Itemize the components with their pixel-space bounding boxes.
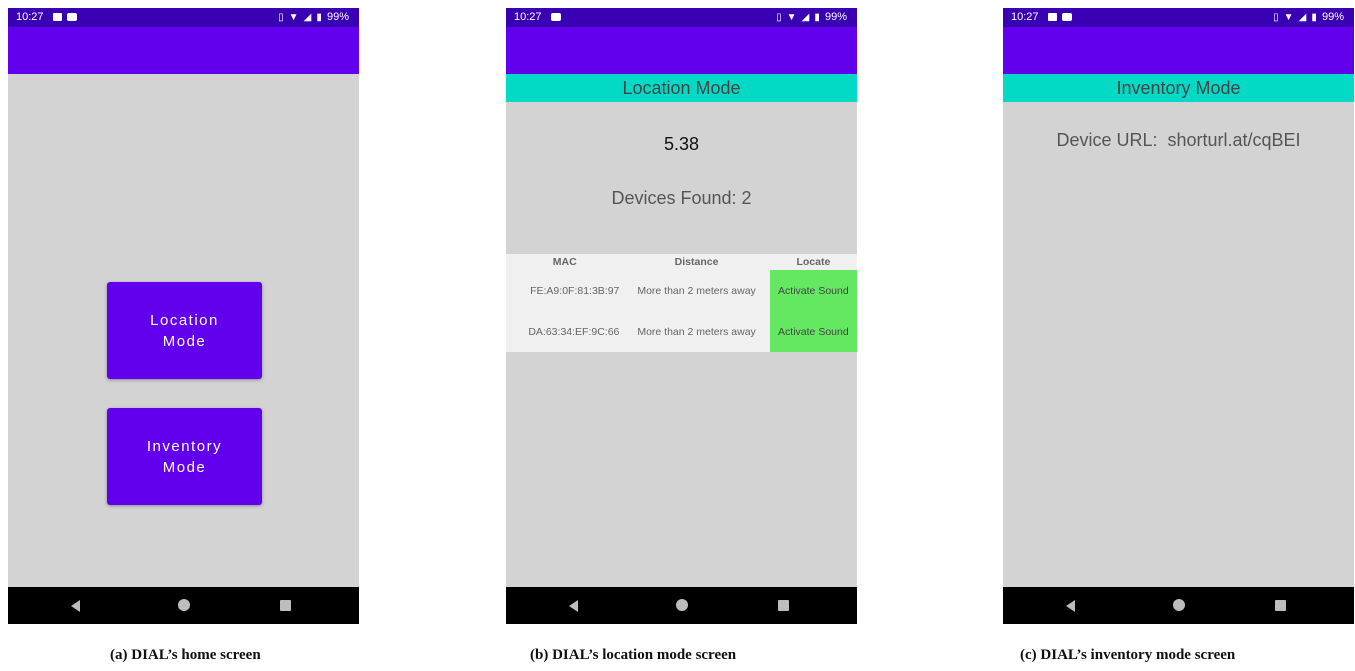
wifi-icon: ▼	[288, 12, 299, 23]
table-row: FE:A9:0F:81:3B:97 More than 2 meters awa…	[506, 270, 857, 311]
signal-icon: ◢	[1298, 12, 1307, 23]
caption-location: (b) DIAL’s location mode screen	[530, 647, 737, 663]
signal-icon: ◢	[801, 12, 810, 23]
activate-sound-button[interactable]: Activate Sound	[769, 270, 857, 311]
inventory-mode-label: Inventory Mode	[146, 437, 223, 476]
status-time: 10:27	[1011, 11, 1039, 23]
distance-cell: More than 2 meters away	[623, 270, 770, 311]
inventory-mode-button[interactable]: Inventory Mode	[107, 408, 262, 505]
location-mode-button[interactable]: Location Mode	[107, 282, 262, 379]
wifi-icon: ▼	[786, 12, 797, 23]
app-bar	[506, 27, 857, 74]
battery-icon: ▮	[316, 12, 322, 23]
battery-percent: 99%	[1321, 11, 1344, 23]
location-screen: 10:27 ▯ ▼ ◢ ▮ 99% Location Mode 5.38 Dev…	[506, 8, 857, 624]
mode-header: Inventory Mode	[1003, 74, 1354, 102]
column-header: Distance	[623, 254, 770, 270]
distance-cell: More than 2 meters away	[623, 311, 770, 352]
back-icon[interactable]	[71, 600, 80, 612]
column-header: MAC	[506, 254, 624, 270]
status-right: ▯ ▼ ◢ ▮ 99%	[278, 11, 349, 23]
status-time: 10:27	[514, 11, 542, 23]
battery-percent: 99%	[824, 11, 847, 23]
nav-bar	[8, 587, 359, 624]
status-right: ▯ ▼ ◢ ▮ 99%	[1273, 11, 1344, 23]
recents-icon[interactable]	[280, 600, 291, 611]
recents-icon[interactable]	[778, 600, 789, 611]
nav-bar	[1003, 587, 1354, 624]
home-icon[interactable]	[676, 599, 688, 611]
home-icon[interactable]	[178, 599, 190, 611]
devices-found-label: Devices Found: 2	[611, 188, 752, 208]
inventory-screen: 10:27 ▯ ▼ ◢ ▮ 99% Inventory Mode Device …	[1003, 8, 1354, 624]
status-right: ▯ ▼ ◢ ▮ 99%	[776, 11, 847, 23]
app-bar	[1003, 27, 1354, 74]
battery-icon: ▮	[1311, 12, 1317, 23]
image-icon	[1048, 13, 1057, 21]
vibrate-icon: ▯	[278, 12, 284, 23]
caption-home: (a) DIAL’s home screen	[110, 647, 261, 663]
youtube-icon	[1062, 13, 1072, 21]
nav-bar	[506, 587, 857, 624]
status-time: 10:27	[16, 11, 44, 23]
status-bar: 10:27 ▯ ▼ ◢ ▮ 99%	[1003, 8, 1354, 27]
column-header: Locate	[769, 254, 857, 270]
home-icon[interactable]	[1173, 599, 1185, 611]
table-row: DA:63:34:EF:9C:66 More than 2 meters awa…	[506, 311, 857, 352]
battery-icon: ▮	[814, 12, 820, 23]
activate-sound-button[interactable]: Activate Sound	[769, 311, 857, 352]
device-url-label: Device URL: shorturl.at/cqBEI	[1056, 130, 1301, 150]
caption-inventory: (c) DIAL’s inventory mode screen	[1020, 647, 1236, 663]
app-bar	[8, 27, 359, 74]
youtube-icon	[67, 13, 77, 21]
image-icon	[53, 13, 62, 21]
mac-cell: DA:63:34:EF:9C:66	[506, 311, 624, 352]
status-bar: 10:27 ▯ ▼ ◢ ▮ 99%	[8, 8, 359, 27]
location-mode-label: Location Mode	[150, 311, 219, 350]
home-screen: 10:27 ▯ ▼ ◢ ▮ 99% Location Mode Inventor…	[8, 8, 359, 624]
status-bar: 10:27 ▯ ▼ ◢ ▮ 99%	[506, 8, 857, 27]
back-icon[interactable]	[1066, 600, 1075, 612]
vibrate-icon: ▯	[1273, 12, 1279, 23]
recents-icon[interactable]	[1275, 600, 1286, 611]
wifi-icon: ▼	[1283, 12, 1294, 23]
battery-percent: 99%	[326, 11, 349, 23]
table-header-row: MAC Distance Locate	[506, 254, 857, 270]
back-icon[interactable]	[569, 600, 578, 612]
devices-table: MAC Distance Locate FE:A9:0F:81:3B:97 Mo…	[506, 254, 857, 352]
vibrate-icon: ▯	[776, 12, 782, 23]
distance-value: 5.38	[663, 134, 700, 154]
mac-cell: FE:A9:0F:81:3B:97	[506, 270, 624, 311]
mode-header: Location Mode	[506, 74, 857, 102]
youtube-icon	[551, 13, 561, 21]
signal-icon: ◢	[303, 12, 312, 23]
